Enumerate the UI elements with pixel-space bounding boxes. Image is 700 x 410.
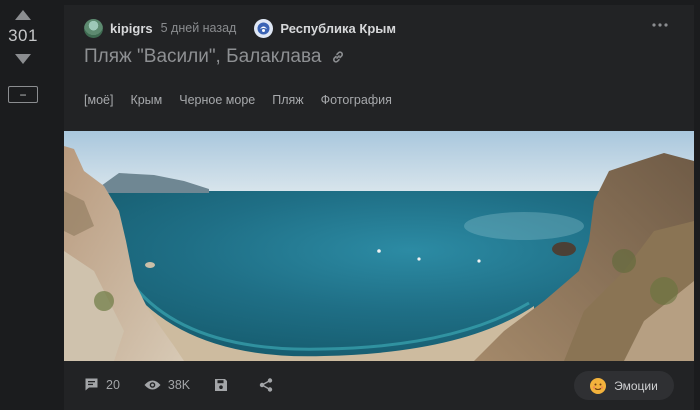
share-button[interactable] xyxy=(259,377,280,392)
triangle-down-icon xyxy=(15,54,31,64)
vote-count: 301 xyxy=(8,26,38,45)
post-photo[interactable] xyxy=(64,131,694,361)
emotions-label: Эмоции xyxy=(614,378,658,393)
share-icon xyxy=(259,377,273,392)
views-counter: 38K xyxy=(144,378,190,392)
tag-item[interactable]: Черное море xyxy=(179,93,255,107)
post-title[interactable]: Пляж "Васили", Балаклава xyxy=(84,46,321,68)
link-icon[interactable] xyxy=(331,50,345,64)
dots-horizontal-icon[interactable] xyxy=(652,22,668,28)
vote-rail: 301 − xyxy=(0,0,46,410)
comments-button[interactable]: 20 xyxy=(84,377,120,392)
tag-item[interactable]: Фотография xyxy=(321,93,392,107)
author-name[interactable]: kipigrs xyxy=(110,21,153,36)
floppy-icon xyxy=(215,378,228,391)
vote-down-button[interactable] xyxy=(13,52,33,66)
views-count: 38K xyxy=(167,377,191,392)
community-emblem-icon xyxy=(257,22,270,34)
community-name[interactable]: Республика Крым xyxy=(280,21,396,36)
beach-panorama-image xyxy=(64,131,694,361)
triangle-up-icon xyxy=(15,10,31,20)
emotion-face-icon xyxy=(590,377,607,394)
community-avatar[interactable] xyxy=(254,18,274,38)
post-footer: 20 38K xyxy=(84,377,304,392)
author-avatar[interactable] xyxy=(84,18,103,38)
tag-item[interactable]: [моё] xyxy=(84,93,113,107)
post-card: kipigrs 5 дней назад Республика Крым Пля… xyxy=(64,5,694,410)
vote-up-button[interactable] xyxy=(13,8,33,22)
post-title-row: Пляж "Васили", Балаклава xyxy=(84,46,345,68)
comments-count: 20 xyxy=(106,377,120,392)
save-button[interactable] xyxy=(214,378,235,392)
emotions-button[interactable]: Эмоции xyxy=(574,371,674,400)
post-time[interactable]: 5 дней назад xyxy=(161,21,237,35)
tag-list: [моё] Крым Черное море Пляж Фотография xyxy=(84,93,409,107)
collapse-button[interactable]: − xyxy=(8,86,38,103)
tag-item[interactable]: Пляж xyxy=(272,93,303,107)
comment-icon xyxy=(85,378,98,391)
post-header: kipigrs 5 дней назад Республика Крым xyxy=(84,18,396,38)
eye-icon xyxy=(144,380,161,389)
tag-item[interactable]: Крым xyxy=(130,93,162,107)
